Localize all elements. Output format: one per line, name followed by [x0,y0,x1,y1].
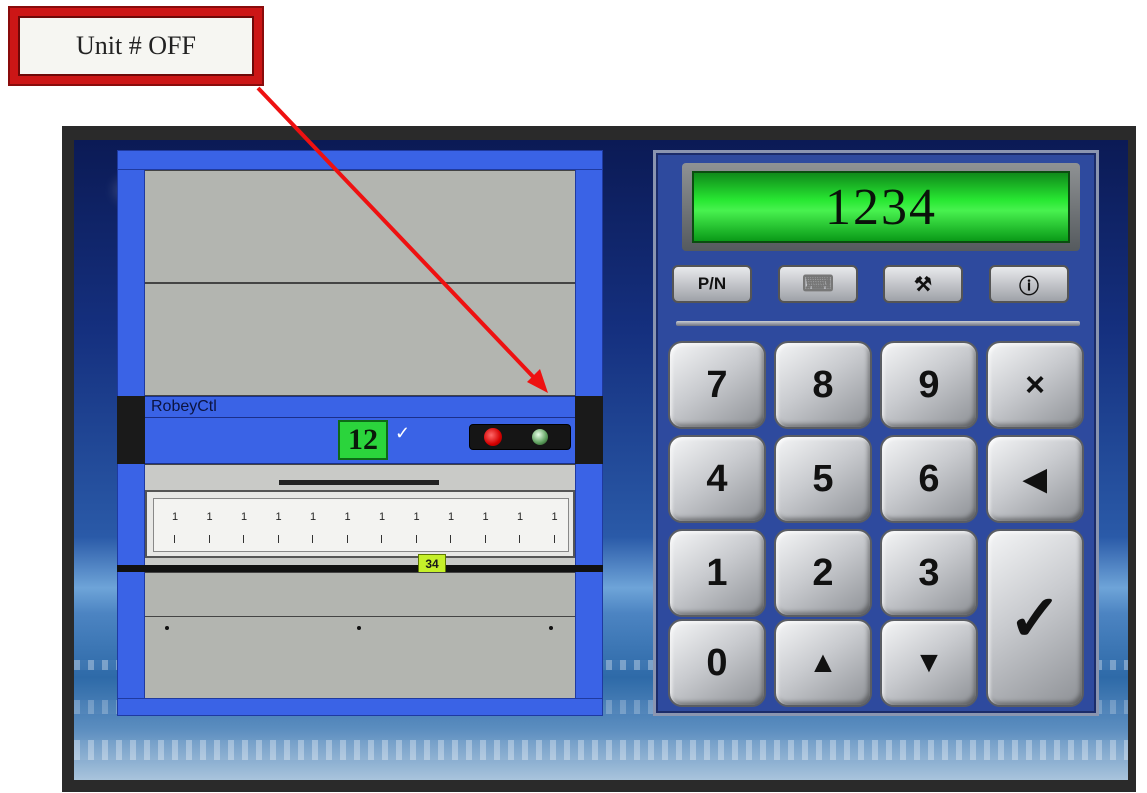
tray-tick [381,535,382,543]
tray-tick [174,535,175,543]
control-divider [145,417,575,418]
tray-inner: 1 1 1 1 1 1 1 1 1 1 1 1 [153,498,569,552]
callout-text: Unit # OFF [18,16,254,76]
storage-tray[interactable]: 1 1 1 1 1 1 1 1 1 1 1 1 [145,490,575,558]
tray-divider-mark: 1 [241,511,248,523]
up-arrow-key[interactable]: ▲ [774,619,872,707]
tray-tick [243,535,244,543]
key-0[interactable]: 0 [668,619,766,707]
control-band-right [575,396,603,464]
tray-tick [553,535,555,543]
control-label: RobeyCtl [151,398,217,415]
separator [676,321,1080,326]
tray-divider-mark: 1 [482,511,489,523]
tray-tick [484,535,486,543]
tray-divider-mark: 1 [379,511,386,523]
key-8[interactable]: 8 [774,341,872,429]
tray-divider-mark: 1 [275,511,282,523]
key-6[interactable]: 6 [880,435,978,523]
tray-tick [346,535,348,543]
upper-shelf [145,170,575,283]
tray-tick [277,535,279,543]
key-4[interactable]: 4 [668,435,766,523]
shelf-dot [357,626,361,630]
tools-icon[interactable]: ⚒ [883,265,963,303]
keypad-panel: 1234 P/N ⌨ ⚒ ⓘ 7 8 9 × 4 5 6 ◀ 1 2 3 ✓ 0… [653,150,1099,716]
tray-divider-mark: 1 [413,511,420,523]
key-5[interactable]: 5 [774,435,872,523]
control-band-left [117,396,145,464]
shelf-dot [549,626,553,630]
shelf-number-badge: 34 [418,554,446,574]
clear-key[interactable]: × [986,341,1084,429]
down-arrow-key[interactable]: ▼ [880,619,978,707]
tray-tick [208,535,210,543]
backspace-key[interactable]: ◀ [986,435,1084,523]
shelf-bar [117,565,603,572]
tray-divider-mark: 1 [206,511,213,523]
carousel-unit: RobeyCtl 12 ✓ 1 1 1 1 1 1 1 1 1 1 1 1 34 [117,150,603,716]
tray-handle[interactable] [279,480,439,485]
tray-divider-mark: 1 [344,511,351,523]
tray-tick [415,535,417,543]
key-9[interactable]: 9 [880,341,978,429]
tray-divider-mark: 1 [310,511,317,523]
key-7[interactable]: 7 [668,341,766,429]
part-number-button[interactable]: P/N [672,265,752,303]
key-3[interactable]: 3 [880,529,978,617]
enter-key[interactable]: ✓ [986,529,1084,707]
callout-label: Unit # OFF [8,6,264,86]
stop-button[interactable] [484,428,502,446]
control-lights [469,424,571,450]
tray-tick [312,535,313,543]
top-frame [117,150,603,170]
keyboard-icon[interactable]: ⌨ [778,265,858,303]
tray-tick [519,535,520,543]
unit-check-icon: ✓ [395,423,411,443]
tray-divider-mark: 1 [517,511,524,523]
bottom-frame [117,698,603,716]
number-display: 1234 [692,171,1070,243]
go-button[interactable] [532,429,548,445]
key-1[interactable]: 1 [668,529,766,617]
info-icon[interactable]: ⓘ [989,265,1069,303]
tray-divider-mark: 1 [172,511,179,523]
shelf-dot [165,626,169,630]
unit-number-button[interactable]: 12 [338,420,388,460]
key-2[interactable]: 2 [774,529,872,617]
display-frame: 1234 [682,163,1080,251]
tray-tick [450,535,451,543]
tray-divider-mark: 1 [551,511,558,523]
second-shelf [145,283,575,396]
tray-divider-mark: 1 [448,511,455,523]
